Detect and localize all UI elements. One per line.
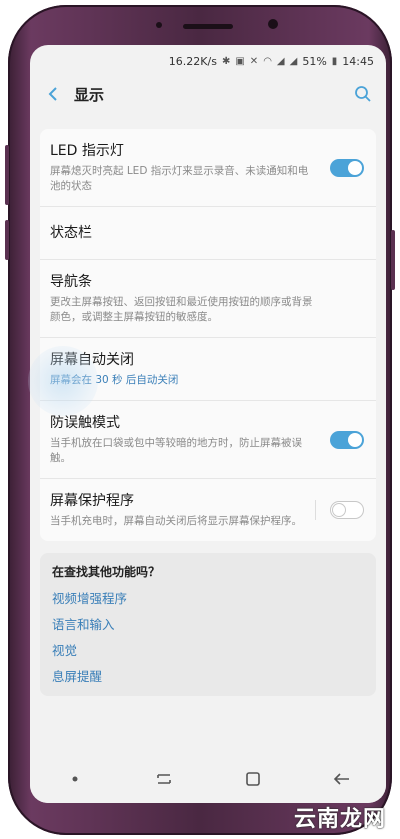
setting-accidental-touch[interactable]: 防误触模式 当手机放在口袋或包中等较暗的地方时，防止屏幕被误触。 [40, 401, 376, 479]
signal-2-icon: ◢ [289, 55, 298, 67]
setting-value: 屏幕会在 30 秒 后自动关闭 [50, 374, 179, 386]
search-button[interactable] [350, 81, 376, 107]
divider [315, 500, 316, 520]
nav-dot-button[interactable] [55, 764, 95, 794]
app-header: 显示 [30, 77, 386, 111]
battery-icon: ▮ [331, 55, 338, 67]
setting-title: 屏幕自动关闭 [50, 352, 134, 368]
suggestion-link-video-enhancer[interactable]: 视频增强程序 [52, 586, 364, 612]
nav-back-button[interactable] [322, 764, 362, 794]
toggle-knob [348, 160, 362, 175]
recent-apps-button[interactable] [144, 764, 184, 794]
setting-description: 当手机充电时，屏幕自动关闭后将显示屏幕保护程序。 [50, 515, 302, 527]
signal-icon: ◢ [276, 55, 285, 67]
back-button[interactable] [40, 81, 66, 107]
home-icon [245, 772, 260, 786]
scrolled-spacer [30, 111, 386, 129]
setting-description: 屏幕熄灭时亮起 LED 指示灯来显示录音、未读通知和电池的状态 [50, 165, 309, 192]
proximity-sensor [156, 22, 162, 28]
suggestion-link-language-input[interactable]: 语言和输入 [52, 612, 364, 638]
setting-led-indicator[interactable]: LED 指示灯 屏幕熄灭时亮起 LED 指示灯来显示录音、未读通知和电池的状态 [40, 129, 376, 207]
screensaver-toggle[interactable] [330, 501, 364, 519]
battery-level: 51% [302, 54, 327, 68]
setting-screensaver[interactable]: 屏幕保护程序 当手机充电时，屏幕自动关闭后将显示屏幕保护程序。 [40, 479, 376, 541]
setting-title: 防误触模式 [50, 415, 120, 431]
bixby-button [5, 220, 9, 260]
setting-description: 更改主屏幕按钮、返回按钮和最近使用按钮的顺序或背景颜色，或调整主屏幕按钮的敏感度… [50, 296, 313, 323]
bluetooth-icon: ✱ [221, 55, 231, 67]
screenshot-stage: 16.22K/s ✱ ▣ ✕ ◠ ◢ ◢ 51% ▮ 14:45 显示 LED … [0, 0, 400, 839]
suggestions-panel: 在查找其他功能吗？ 视频增强程序 语言和输入 视觉 息屏提醒 [40, 553, 376, 696]
setting-title: LED 指示灯 [50, 143, 124, 159]
setting-title: 导航条 [50, 274, 92, 290]
setting-description: 当手机放在口袋或包中等较暗的地方时，防止屏幕被误触。 [50, 437, 302, 464]
phone-frame: 16.22K/s ✱ ▣ ✕ ◠ ◢ ◢ 51% ▮ 14:45 显示 LED … [5, 5, 395, 835]
toggle-knob [332, 502, 346, 517]
setting-title: 屏幕保护程序 [50, 493, 134, 509]
suggestions-title: 在查找其他功能吗？ [52, 565, 161, 579]
led-indicator-toggle[interactable] [330, 158, 364, 177]
setting-navigation-bar[interactable]: 导航条 更改主屏幕按钮、返回按钮和最近使用按钮的顺序或背景颜色，或调整主屏幕按钮… [40, 260, 376, 338]
dot-icon [72, 776, 77, 782]
toggle-knob [348, 432, 362, 447]
accidental-touch-toggle[interactable] [330, 430, 364, 449]
setting-screen-timeout[interactable]: 屏幕自动关闭 屏幕会在 30 秒 后自动关闭 [40, 338, 376, 401]
wifi-icon: ◠ [263, 55, 272, 67]
back-arrow-icon [48, 87, 57, 101]
front-camera [268, 19, 278, 29]
setting-title: 状态栏 [50, 225, 92, 241]
phone-screen: 16.22K/s ✱ ▣ ✕ ◠ ◢ ◢ 51% ▮ 14:45 显示 LED … [30, 45, 386, 803]
page-title: 显示 [74, 85, 105, 104]
back-icon [333, 773, 349, 785]
suggestion-link-vision[interactable]: 视觉 [52, 638, 364, 664]
navigation-bar [30, 755, 386, 803]
nfc-icon: ▣ [235, 55, 245, 67]
home-button[interactable] [233, 764, 273, 794]
volume-button [5, 145, 9, 205]
recent-apps-icon [156, 774, 171, 784]
status-bar: 16.22K/s ✱ ▣ ✕ ◠ ◢ ◢ 51% ▮ 14:45 [30, 45, 386, 77]
network-speed: 16.22K/s [168, 54, 217, 68]
power-button [391, 230, 395, 290]
setting-status-bar[interactable]: 状态栏 [40, 207, 376, 260]
mute-icon: ✕ [249, 55, 259, 67]
suggestion-link-always-on-display[interactable]: 息屏提醒 [52, 664, 364, 690]
settings-card: LED 指示灯 屏幕熄灭时亮起 LED 指示灯来显示录音、未读通知和电池的状态 … [40, 129, 376, 541]
watermark-text: 云南龙网 [293, 807, 386, 832]
clock: 14:45 [342, 54, 374, 68]
search-icon [355, 86, 371, 102]
settings-list: LED 指示灯 屏幕熄灭时亮起 LED 指示灯来显示录音、未读通知和电池的状态 … [30, 129, 386, 541]
earpiece-speaker [183, 24, 233, 29]
